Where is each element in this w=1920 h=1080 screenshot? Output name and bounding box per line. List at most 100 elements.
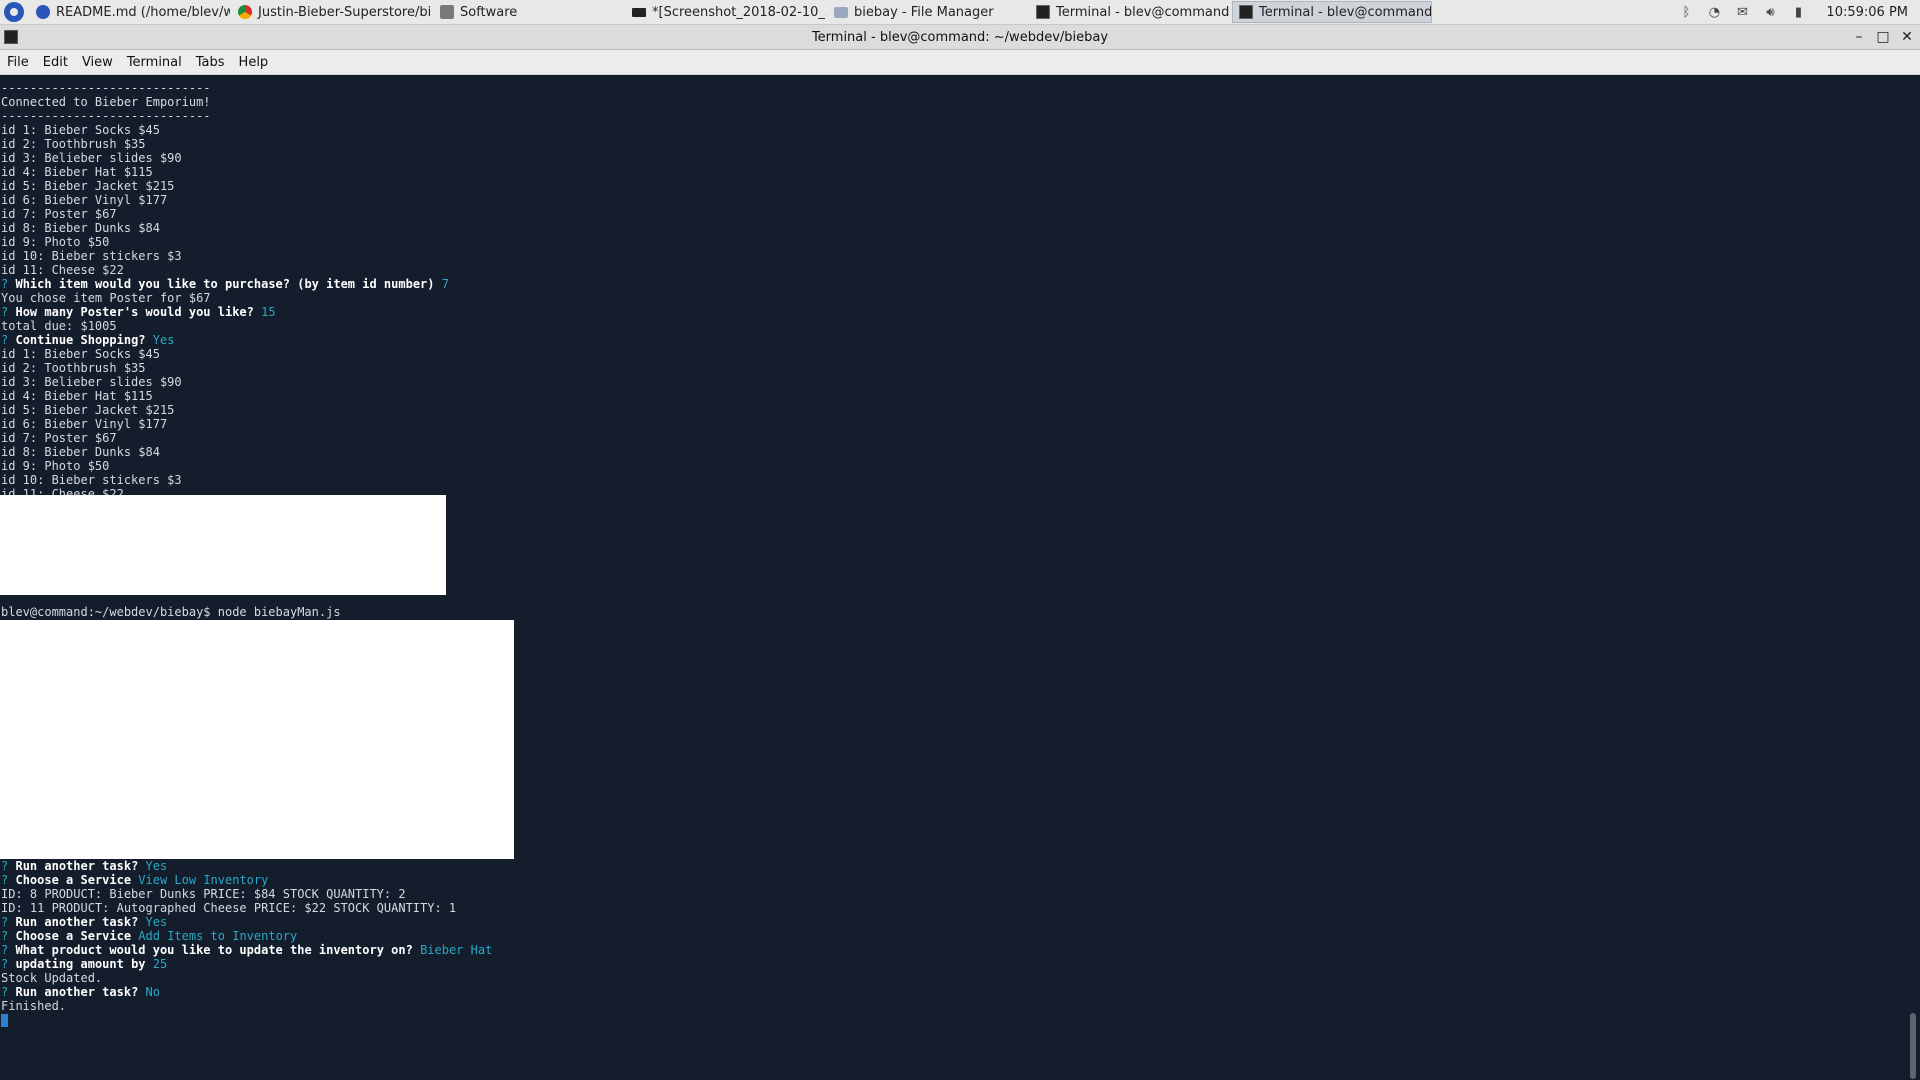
prompt-marker: ? <box>1 915 9 929</box>
product-line: id 10: Bieber stickers $3 <box>1 473 182 487</box>
app-menu-button[interactable] <box>4 2 24 22</box>
product-line: id 9: Photo $50 <box>1 459 110 473</box>
prompt-answer: 7 <box>441 277 449 291</box>
volume-icon[interactable]: 🔊︎ <box>1762 5 1778 20</box>
close-button[interactable]: ✕ <box>1897 27 1917 47</box>
product-line: id 4: Bieber Hat $115 <box>1 389 153 403</box>
minimize-button[interactable]: – <box>1849 27 1869 47</box>
prompt-answer: Yes <box>152 333 175 347</box>
prompt-question: Run another task? <box>15 915 139 929</box>
prompt-answer: Yes <box>145 915 168 929</box>
software-icon <box>440 5 454 19</box>
separator-line: ----------------------------- <box>1 81 211 95</box>
menu-terminal[interactable]: Terminal <box>120 55 189 70</box>
prompt-line: ? How many Poster's would you like? 15 <box>1 305 276 319</box>
maximize-button[interactable]: □ <box>1873 27 1893 47</box>
battery-icon[interactable]: ▮ <box>1790 5 1806 20</box>
output-line: You chose item Poster for $67 <box>1 291 211 305</box>
output-line: Connected to Bieber Emporium! <box>1 95 211 109</box>
product-line: id 11: Cheese $22 <box>1 263 124 277</box>
task-terminal-2[interactable]: Terminal - blev@command: ... <box>1232 1 1432 23</box>
prompt-marker: ? <box>1 305 9 319</box>
prompt-question: Choose a Service <box>15 929 132 943</box>
readme-icon <box>36 5 50 19</box>
task-label: Terminal - blev@command: ~ <box>1056 4 1230 20</box>
top-panel: README.md (/home/blev/we... Justin-Biebe… <box>0 0 1920 25</box>
prompt-marker: ? <box>1 859 9 873</box>
menu-file[interactable]: File <box>0 55 36 70</box>
terminal-icon <box>1239 5 1253 19</box>
prompt-answer: No <box>145 985 160 999</box>
prompt-answer: Bieber Hat <box>420 943 493 957</box>
prompt-line: ? What product would you like to update … <box>1 943 492 957</box>
product-line: id 5: Bieber Jacket $215 <box>1 403 175 417</box>
window-titlebar[interactable]: Terminal - blev@command: ~/webdev/biebay… <box>0 25 1920 50</box>
prompt-marker: ? <box>1 873 9 887</box>
terminal-window-icon[interactable] <box>4 30 18 44</box>
product-line: id 3: Belieber slides $90 <box>1 375 182 389</box>
redacted-region <box>0 620 514 859</box>
prompt-line: ? Run another task? No <box>1 985 160 999</box>
terminal-icon <box>1036 5 1050 19</box>
product-line: id 6: Bieber Vinyl $177 <box>1 417 168 431</box>
prompt-answer: 15 <box>261 305 276 319</box>
product-line: id 1: Bieber Socks $45 <box>1 123 160 137</box>
bluetooth-icon[interactable]: ᛒ <box>1678 5 1694 20</box>
task-readme[interactable]: README.md (/home/blev/we... <box>30 1 230 23</box>
menu-help[interactable]: Help <box>232 55 276 70</box>
terminal-scrollbar[interactable] <box>1906 75 1920 1080</box>
product-line: id 7: Poster $67 <box>1 207 117 221</box>
prompt-answer: View Low Inventory <box>138 873 269 887</box>
terminal-output[interactable]: ----------------------------- Connected … <box>0 75 1906 1080</box>
task-label: Justin-Bieber-Superstore/bie... <box>258 4 432 20</box>
menubar: File Edit View Terminal Tabs Help <box>0 50 1920 75</box>
task-file-manager[interactable]: biebay - File Manager <box>828 1 1028 23</box>
prompt-marker: ? <box>1 985 9 999</box>
mail-icon[interactable]: ✉ <box>1734 5 1750 20</box>
prompt-marker: ? <box>1 277 9 291</box>
output-line: Finished. <box>1 999 67 1013</box>
prompt-question: Run another task? <box>15 985 139 999</box>
prompt-question: How many Poster's would you like? <box>15 305 254 319</box>
prompt-line: ? Continue Shopping? Yes <box>1 333 174 347</box>
prompt-answer: Yes <box>145 859 168 873</box>
product-line: id 8: Bieber Dunks $84 <box>1 445 160 459</box>
task-label: biebay - File Manager <box>854 4 994 20</box>
prompt-line: ? updating amount by 25 <box>1 957 167 971</box>
task-software[interactable]: Software <box>434 1 624 23</box>
menu-view[interactable]: View <box>75 55 120 70</box>
prompt-question: updating amount by <box>15 957 146 971</box>
output-line: ID: 11 PRODUCT: Autographed Cheese PRICE… <box>1 901 457 915</box>
menu-tabs[interactable]: Tabs <box>189 55 232 70</box>
prompt-marker: ? <box>1 943 9 957</box>
chrome-icon <box>238 5 252 19</box>
prompt-question: Which item would you like to purchase? (… <box>15 277 435 291</box>
product-line: id 3: Belieber slides $90 <box>1 151 182 165</box>
product-line: id 4: Bieber Hat $115 <box>1 165 153 179</box>
prompt-marker: ? <box>1 333 9 347</box>
menu-edit[interactable]: Edit <box>36 55 75 70</box>
output-line: total due: $1005 <box>1 319 117 333</box>
prompt-line: ? Choose a Service View Low Inventory <box>1 873 268 887</box>
system-tray: ᛒ ◔ ✉ 🔊︎ ▮ 10:59:06 PM <box>1672 0 1920 24</box>
task-terminal-1[interactable]: Terminal - blev@command: ~ <box>1030 1 1230 23</box>
output-line: ID: 8 PRODUCT: Bieber Dunks PRICE: $84 S… <box>1 887 406 901</box>
prompt-marker: ? <box>1 957 9 971</box>
screenshot-icon <box>632 7 646 17</box>
output-line: Stock Updated. <box>1 971 103 985</box>
prompt-question: What product would you like to update th… <box>15 943 413 957</box>
prompt-question: Choose a Service <box>15 873 132 887</box>
task-label: Software <box>460 4 518 20</box>
prompt-question: Run another task? <box>15 859 139 873</box>
task-screenshot[interactable]: *[Screenshot_2018-02-10_2... <box>626 1 826 23</box>
product-line: id 7: Poster $67 <box>1 431 117 445</box>
prompt-line: ? Choose a Service Add Items to Inventor… <box>1 929 297 943</box>
product-line: id 6: Bieber Vinyl $177 <box>1 193 168 207</box>
separator-line: ----------------------------- <box>1 109 211 123</box>
prompt-marker: ? <box>1 929 9 943</box>
wifi-icon[interactable]: ◔ <box>1706 5 1722 20</box>
product-line: id 5: Bieber Jacket $215 <box>1 179 175 193</box>
scrollbar-thumb[interactable] <box>1910 1013 1916 1079</box>
task-chrome[interactable]: Justin-Bieber-Superstore/bie... <box>232 1 432 23</box>
clock[interactable]: 10:59:06 PM <box>1826 5 1908 20</box>
